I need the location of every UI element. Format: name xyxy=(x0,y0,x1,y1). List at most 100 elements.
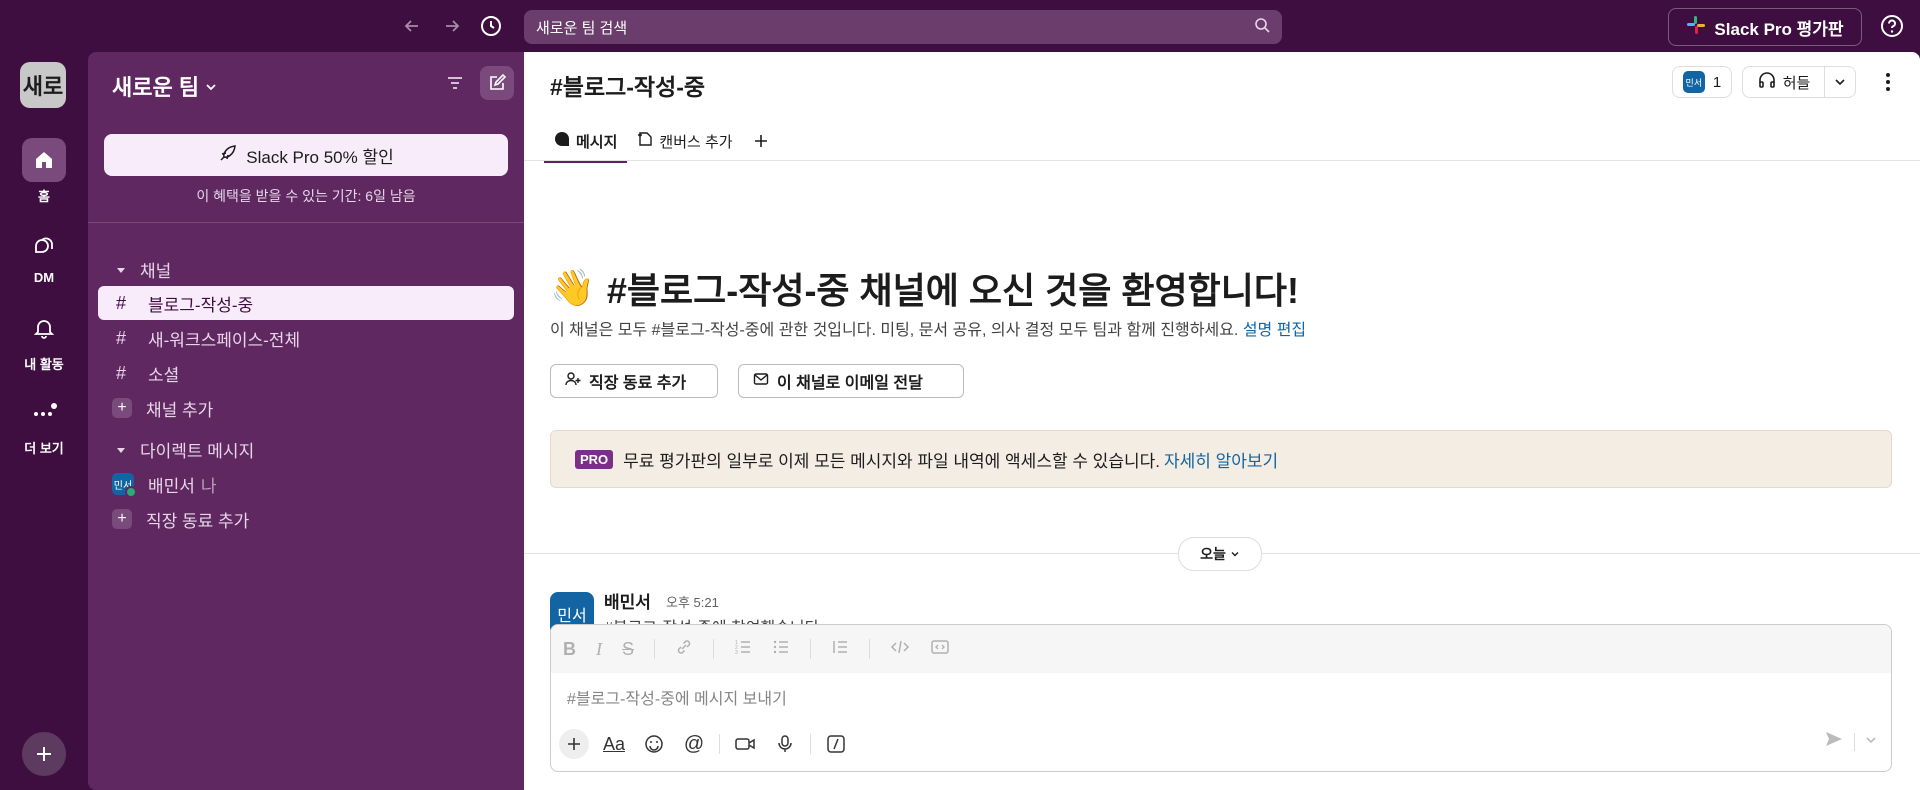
plus-icon: + xyxy=(112,509,132,529)
day-divider-button[interactable]: 오늘 xyxy=(1178,537,1262,571)
top-bar: 새로운 팀 검색 Slack Pro 평가판 xyxy=(0,0,1920,52)
bold-icon[interactable]: B xyxy=(563,639,576,660)
code-icon[interactable] xyxy=(890,638,910,661)
toolbar-separator xyxy=(810,734,811,754)
channel-sidebar: 새로운 팀 Slack Pro 50% 할인 이 혜택을 받을 수 있는 기간:… xyxy=(88,52,524,790)
add-channel-button[interactable]: + 채널 추가 xyxy=(98,391,514,425)
tab-label: 메시지 xyxy=(576,133,618,151)
sidebar-dm-user[interactable]: 민서 배민서 나 xyxy=(98,467,514,501)
message-timestamp[interactable]: 오후 5:21 xyxy=(666,592,719,611)
rail-item-home[interactable]: 홈 xyxy=(0,138,88,205)
toolbar-separator xyxy=(713,639,715,659)
rail-label-home: 홈 xyxy=(38,189,50,204)
toolbar-separator xyxy=(810,639,812,659)
channel-tabs: 메시지 캔버스 추가 xyxy=(544,122,779,163)
pro-trial-banner: PRO 무료 평가판의 일부로 이제 모든 메시지와 파일 내역에 액세스할 수… xyxy=(550,430,1892,488)
forward-arrow-icon[interactable] xyxy=(438,12,466,40)
slack-pro-trial-button[interactable]: Slack Pro 평가판 xyxy=(1668,8,1862,46)
send-controls xyxy=(1824,729,1877,754)
dm-section-header[interactable]: 다이렉트 메시지 xyxy=(116,437,254,462)
channels-section-label: 채널 xyxy=(140,262,172,281)
attach-plus-icon[interactable] xyxy=(559,729,589,759)
chevron-down-icon xyxy=(205,73,217,99)
edit-description-link[interactable]: 설명 편집 xyxy=(1243,322,1306,339)
avatar: 민서 xyxy=(1682,71,1705,93)
sidebar-divider xyxy=(88,222,524,223)
rail-item-more[interactable]: 더 보기 xyxy=(0,390,88,457)
sidebar-channel-blog[interactable]: # 블로그-작성-중 xyxy=(98,286,514,320)
slash-command-icon[interactable] xyxy=(821,729,851,759)
video-icon[interactable] xyxy=(730,729,760,759)
welcome-title: #블로그-작성-중 채널에 오신 것을 환영합니다! xyxy=(606,270,1299,311)
history-clock-icon[interactable] xyxy=(477,12,505,40)
help-icon[interactable] xyxy=(1880,14,1906,40)
compose-icon[interactable] xyxy=(480,66,514,100)
channels-section-header[interactable]: 채널 xyxy=(116,257,171,282)
search-icon xyxy=(1254,17,1270,37)
chevron-down-icon[interactable] xyxy=(1825,67,1855,97)
chevron-down-icon[interactable] xyxy=(1865,733,1877,751)
rail-item-dm[interactable]: DM xyxy=(0,222,88,285)
add-tab-button[interactable] xyxy=(743,122,779,160)
members-button[interactable]: 민서 1 xyxy=(1672,66,1732,98)
toolbar-separator xyxy=(654,639,656,659)
email-to-channel-button[interactable]: 이 채널로 이메일 전달 xyxy=(738,364,964,398)
mention-icon[interactable]: @ xyxy=(679,729,709,759)
channel-title[interactable]: #블로그-작성-중 xyxy=(550,68,705,102)
svg-text:3: 3 xyxy=(735,650,738,656)
wave-emoji: 👋 xyxy=(550,267,595,308)
bell-icon xyxy=(22,306,66,350)
message-author[interactable]: 배민서 xyxy=(604,588,651,613)
caret-down-icon xyxy=(116,440,126,460)
workspace-rail: 새로 홈 DM 내 활동 더 보기 xyxy=(0,52,88,790)
day-label: 오늘 xyxy=(1200,546,1226,562)
huddle-button[interactable]: 허들 xyxy=(1742,66,1856,98)
bullet-list-icon[interactable] xyxy=(772,638,790,661)
channel-view: #블로그-작성-중 민서 1 허들 메시지 캔버스 추가 👋 #블로그-작성-중… xyxy=(524,52,1920,790)
rail-item-activity[interactable]: 내 활동 xyxy=(0,306,88,373)
learn-more-link[interactable]: 자세히 알아보기 xyxy=(1164,447,1278,472)
link-icon[interactable] xyxy=(675,638,693,661)
dm-icon xyxy=(22,222,66,266)
code-block-icon[interactable] xyxy=(930,638,950,661)
strikethrough-icon[interactable]: S xyxy=(622,639,634,660)
add-coworker-button[interactable]: 직장 동료 추가 xyxy=(550,364,718,398)
dm-self-marker: 나 xyxy=(200,476,217,496)
workspace-avatar[interactable]: 새로 xyxy=(20,62,66,108)
emoji-icon[interactable] xyxy=(639,729,669,759)
text-format-icon[interactable]: Aa xyxy=(599,729,629,759)
more-options-icon[interactable] xyxy=(1876,68,1900,96)
workspace-name-button[interactable]: 새로운 팀 xyxy=(112,70,217,102)
blockquote-icon[interactable] xyxy=(831,638,849,661)
home-icon xyxy=(22,138,66,182)
message-input[interactable]: #블로그-작성-중에 메시지 보내기 xyxy=(567,685,787,709)
back-arrow-icon[interactable] xyxy=(398,12,426,40)
dm-user-name: 배민서 xyxy=(148,476,195,496)
add-workspace-button[interactable] xyxy=(22,732,66,776)
microphone-icon[interactable] xyxy=(770,729,800,759)
tab-messages[interactable]: 메시지 xyxy=(544,122,628,163)
filter-icon[interactable] xyxy=(438,66,472,100)
search-placeholder: 새로운 팀 검색 xyxy=(536,19,628,37)
composer-actions: Aa @ xyxy=(559,729,851,759)
sidebar-channel-social[interactable]: # 소셜 xyxy=(98,356,514,390)
search-bar[interactable]: 새로운 팀 검색 xyxy=(524,10,1282,44)
add-channel-label: 채널 추가 xyxy=(146,400,214,420)
send-icon[interactable] xyxy=(1824,729,1844,754)
rocket-icon xyxy=(218,143,238,168)
slack-pro-discount-button[interactable]: Slack Pro 50% 할인 xyxy=(104,134,508,176)
member-count: 1 xyxy=(1712,73,1722,91)
slack-logo-icon xyxy=(1686,15,1706,40)
italic-icon[interactable]: I xyxy=(596,639,602,660)
welcome-heading: 👋 #블로그-작성-중 채널에 오신 것을 환영합니다! xyxy=(550,262,1299,314)
ordered-list-icon[interactable]: 123 xyxy=(734,638,752,661)
tab-add-canvas[interactable]: 캔버스 추가 xyxy=(627,122,742,160)
toolbar-separator xyxy=(719,734,720,754)
sidebar-channel-all[interactable]: # 새-워크스페이스-전체 xyxy=(98,321,514,355)
tabs-divider xyxy=(524,160,1920,161)
huddle-start[interactable]: 허들 xyxy=(1743,67,1825,97)
pro-banner-text: 무료 평가판의 일부로 이제 모든 메시지와 파일 내역에 액세스할 수 있습니… xyxy=(623,451,1160,471)
add-coworker-sidebar-button[interactable]: + 직장 동료 추가 xyxy=(98,502,514,536)
message-bubble-icon xyxy=(554,131,570,151)
plus-icon: + xyxy=(112,398,132,418)
